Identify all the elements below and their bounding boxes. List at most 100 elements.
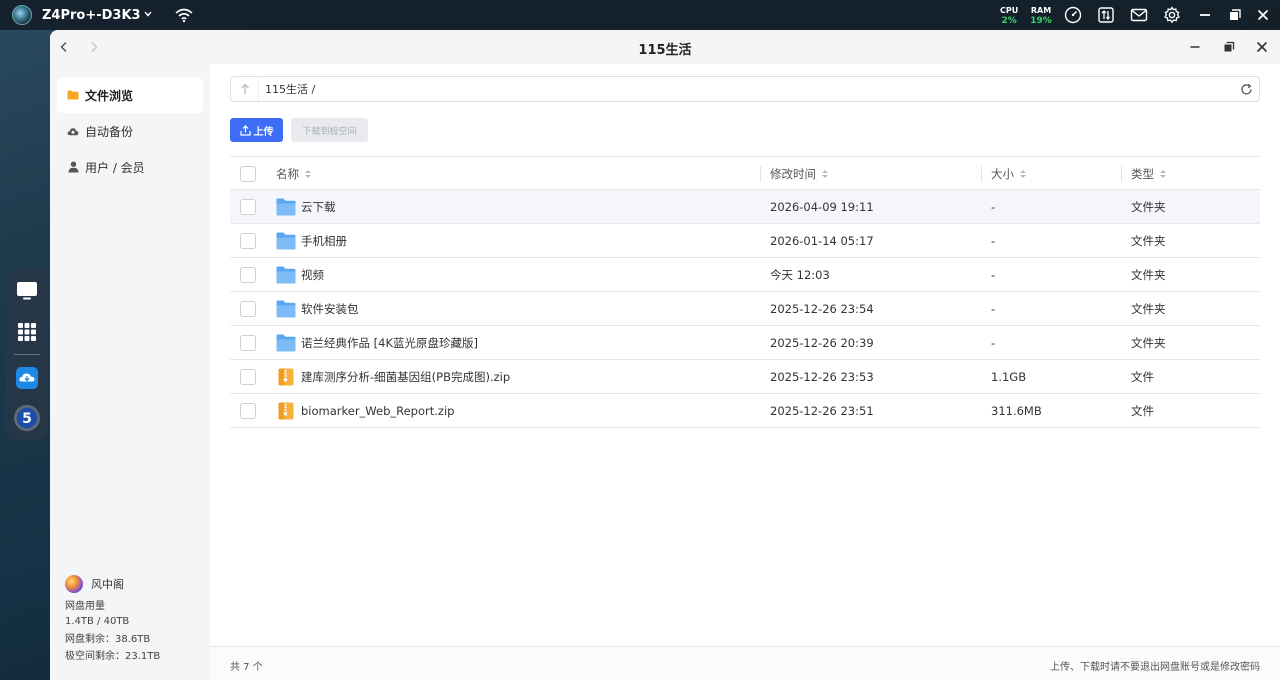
ram-value: 19%	[1030, 16, 1052, 26]
account-info: 风中阁 网盘用量 1.4TB / 40TB 网盘剩余：38.6TB 极空间剩余：…	[65, 574, 205, 665]
file-name: 建库测序分析-细菌基因组(PB完成图).zip	[301, 370, 511, 384]
device-name: Z4Pro+-D3K3	[42, 7, 141, 23]
sidebar-item-label: 自动备份	[85, 124, 134, 139]
column-time-header[interactable]: 修改时间	[770, 157, 829, 191]
account-row[interactable]: 风中阁	[65, 574, 205, 594]
refresh-icon[interactable]	[1239, 82, 1253, 96]
folder-icon	[276, 232, 296, 250]
item-count: 共 7 个	[230, 662, 263, 673]
table-row[interactable]: 诺兰经典作品 [4K蓝光原盘珍藏版] 2025-12-26 20:39 - 文件…	[230, 326, 1260, 360]
mail-icon[interactable]	[1128, 4, 1150, 26]
file-name: 视频	[301, 268, 324, 282]
system-tray	[1062, 4, 1194, 26]
download-to-space-button[interactable]: 下载到极空间	[291, 118, 368, 142]
speedometer-icon[interactable]	[1062, 4, 1084, 26]
resource-stats[interactable]: CPU 2% RAM 19%	[1000, 6, 1064, 26]
main-content: 115生活 / 上传 下载到极空间 名称 修改时间 大小 类型 云下载 2026…	[210, 64, 1280, 680]
cpu-stat: CPU 2%	[1000, 6, 1018, 26]
file-table: 名称 修改时间 大小 类型 云下载 2026-04-09 19:11 - 文件夹…	[230, 156, 1260, 428]
window-title: 115生活	[638, 43, 692, 58]
quota-used: 1.4TB / 40TB	[65, 616, 130, 627]
column-label: 修改时间	[770, 167, 816, 181]
file-time: 2025-12-26 23:54	[770, 302, 874, 316]
file-name: 手机相册	[301, 234, 347, 248]
file-size: 1.1GB	[991, 370, 1027, 384]
window-close-button[interactable]	[1254, 39, 1270, 55]
chevron-down-icon	[144, 10, 152, 20]
file-type: 文件夹	[1131, 336, 1166, 350]
table-header: 名称 修改时间 大小 类型	[230, 156, 1260, 190]
sidebar-item-user-member[interactable]: 用户 / 会员	[57, 149, 203, 185]
row-checkbox[interactable]	[240, 199, 256, 215]
table-row[interactable]: 软件安装包 2025-12-26 23:54 - 文件夹	[230, 292, 1260, 326]
system-minimize-button[interactable]	[1197, 7, 1213, 23]
desktop-icon[interactable]	[13, 277, 41, 305]
download-label: 下载到极空间	[302, 126, 357, 137]
115-app-icon[interactable]: 5	[13, 404, 41, 432]
row-checkbox[interactable]	[240, 267, 256, 283]
file-time: 2025-12-26 23:51	[770, 404, 874, 418]
sort-icon	[822, 170, 828, 178]
row-checkbox[interactable]	[240, 335, 256, 351]
app-grid-icon[interactable]	[13, 318, 41, 346]
column-size-header[interactable]: 大小	[991, 157, 1027, 191]
ram-label: RAM	[1030, 6, 1052, 15]
file-name: 诺兰经典作品 [4K蓝光原盘珍藏版]	[301, 336, 478, 350]
column-label: 类型	[1131, 167, 1154, 181]
file-size: -	[991, 302, 996, 316]
upload-button[interactable]: 上传	[230, 118, 283, 142]
sidebar-item-file-browse[interactable]: 文件浏览	[57, 77, 203, 113]
zip-file-icon	[278, 402, 294, 420]
sidebar-item-auto-backup[interactable]: 自动备份	[57, 113, 203, 149]
file-size: 311.6MB	[991, 404, 1042, 418]
upload-icon	[239, 124, 251, 136]
file-type: 文件	[1131, 404, 1154, 418]
file-size: -	[991, 200, 996, 214]
sort-icon	[305, 170, 311, 178]
table-row[interactable]: 视频 今天 12:03 - 文件夹	[230, 258, 1260, 292]
sidebar: 文件浏览 自动备份 用户 / 会员 风中阁 网盘用量 1.4TB / 40TB …	[50, 64, 210, 680]
gear-icon[interactable]	[1161, 4, 1183, 26]
select-all-checkbox[interactable]	[240, 157, 256, 191]
row-checkbox[interactable]	[240, 301, 256, 317]
system-restore-button[interactable]	[1227, 7, 1243, 23]
folder-icon	[276, 300, 296, 318]
sort-icon	[1020, 170, 1026, 178]
sidebar-item-label: 用户 / 会员	[85, 160, 145, 175]
file-type: 文件夹	[1131, 268, 1166, 282]
table-row[interactable]: 建库测序分析-细菌基因组(PB完成图).zip 2025-12-26 23:53…	[230, 360, 1260, 394]
table-row[interactable]: 云下载 2026-04-09 19:11 - 文件夹	[230, 190, 1260, 224]
table-row[interactable]: biomarker_Web_Report.zip 2025-12-26 23:5…	[230, 394, 1260, 428]
window-titlebar: 115生活	[50, 30, 1280, 64]
breadcrumb[interactable]: 115生活 /	[265, 81, 315, 97]
file-size: -	[991, 234, 996, 248]
row-checkbox[interactable]	[240, 403, 256, 419]
file-type: 文件	[1131, 370, 1154, 384]
column-name-header[interactable]: 名称	[276, 157, 312, 191]
wifi-icon[interactable]	[174, 7, 194, 23]
window-minimize-button[interactable]	[1187, 39, 1203, 55]
up-arrow-icon[interactable]	[231, 77, 259, 101]
sidebar-item-label: 文件浏览	[85, 88, 134, 103]
transfer-icon[interactable]	[1095, 4, 1117, 26]
ram-stat: RAM 19%	[1030, 6, 1052, 26]
column-type-header[interactable]: 类型	[1131, 157, 1167, 191]
row-checkbox[interactable]	[240, 233, 256, 249]
system-close-button[interactable]	[1255, 7, 1271, 23]
folder-icon	[67, 89, 79, 101]
window-restore-button[interactable]	[1221, 39, 1237, 55]
cloud-app-icon[interactable]	[13, 364, 41, 392]
file-time: 2026-01-14 05:17	[770, 234, 874, 248]
status-footer: 共 7 个 上传、下载时请不要退出网盘账号或是修改密码	[210, 646, 1280, 680]
avatar	[65, 575, 83, 593]
checkbox[interactable]	[240, 166, 256, 182]
row-checkbox[interactable]	[240, 369, 256, 385]
file-size: -	[991, 268, 996, 282]
table-row[interactable]: 手机相册 2026-01-14 05:17 - 文件夹	[230, 224, 1260, 258]
cloud-backup-icon	[67, 125, 79, 137]
file-type: 文件夹	[1131, 234, 1166, 248]
folder-icon	[276, 198, 296, 216]
device-switcher[interactable]: Z4Pro+-D3K3	[12, 5, 152, 25]
file-name: 软件安装包	[301, 302, 359, 316]
svg-text:5: 5	[22, 411, 32, 427]
